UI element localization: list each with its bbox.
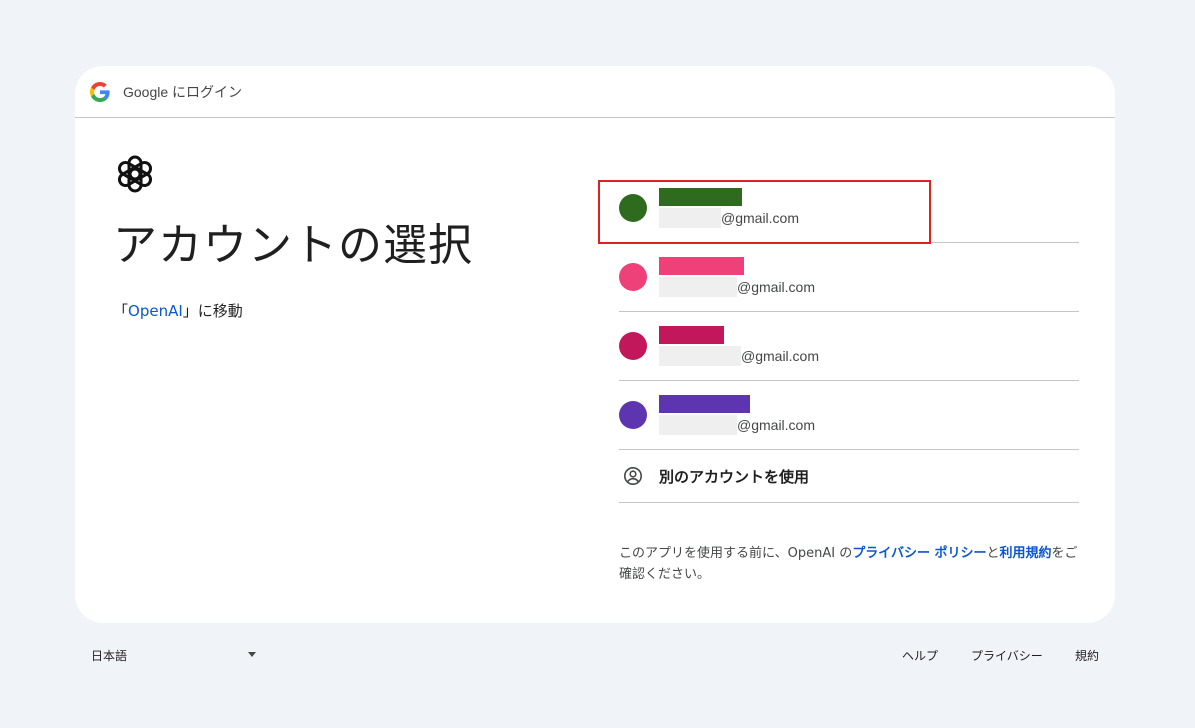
account-name-redacted	[659, 395, 750, 413]
avatar	[619, 332, 647, 360]
language-selector[interactable]: 日本語	[91, 647, 127, 664]
use-another-account-label: 別のアカウントを使用	[659, 467, 810, 486]
account-item[interactable]: @gmail.com	[619, 243, 1079, 312]
avatar	[619, 194, 647, 222]
account-name-redacted	[659, 188, 742, 206]
card-header: Google にログイン	[75, 66, 1115, 118]
account-email: @gmail.com	[741, 348, 820, 364]
account-list: @gmail.com @gmail.com @gmail.com @gmail.…	[598, 174, 1079, 585]
subtitle-prefix: 「	[113, 302, 129, 320]
account-circle-icon	[624, 467, 642, 485]
account-email: @gmail.com	[737, 417, 816, 433]
account-name-redacted	[659, 257, 744, 275]
openai-link[interactable]: OpenAI	[128, 302, 183, 320]
use-another-account-button[interactable]: 別のアカウントを使用	[619, 450, 1079, 503]
google-logo-icon	[90, 81, 110, 102]
disclaimer-prefix: このアプリを使用する前に、OpenAI の	[619, 546, 853, 561]
page-title: アカウントの選択	[113, 220, 473, 271]
subtitle-suffix: 」に移動	[182, 302, 243, 320]
avatar	[619, 263, 647, 291]
terms-link[interactable]: 利用規約	[1000, 546, 1052, 561]
privacy-policy-link[interactable]: プライバシー ポリシー	[852, 546, 986, 561]
disclaimer: このアプリを使用する前に、OpenAI のプライバシー ポリシーと利用規約をご確…	[619, 543, 1079, 585]
left-panel: アカウントの選択 「OpenAI」に移動	[113, 152, 473, 321]
login-card: Google にログイン アカウントの選択 「OpenAI」に移動 @gmail…	[75, 66, 1115, 623]
privacy-link[interactable]: プライバシー	[971, 647, 1043, 664]
account-item[interactable]: @gmail.com	[619, 312, 1079, 381]
email-redacted	[659, 415, 737, 435]
email-redacted	[659, 277, 737, 297]
header-title: Google にログイン	[123, 83, 243, 100]
subtitle: 「OpenAI」に移動	[113, 300, 473, 321]
openai-logo-icon	[117, 155, 153, 193]
account-name-redacted	[659, 326, 724, 344]
email-redacted	[659, 208, 721, 228]
help-link[interactable]: ヘルプ	[902, 647, 938, 664]
terms-footer-link[interactable]: 規約	[1075, 647, 1099, 664]
chevron-down-icon[interactable]	[248, 652, 256, 657]
email-redacted	[659, 346, 741, 366]
disclaimer-middle: と	[986, 546, 1000, 561]
avatar	[619, 401, 647, 429]
footer: 日本語 ヘルプ プライバシー 規約	[0, 641, 1195, 669]
account-email: @gmail.com	[721, 210, 800, 226]
account-item[interactable]: @gmail.com	[598, 174, 1079, 244]
account-item[interactable]: @gmail.com	[619, 381, 1079, 450]
account-email: @gmail.com	[737, 279, 816, 295]
